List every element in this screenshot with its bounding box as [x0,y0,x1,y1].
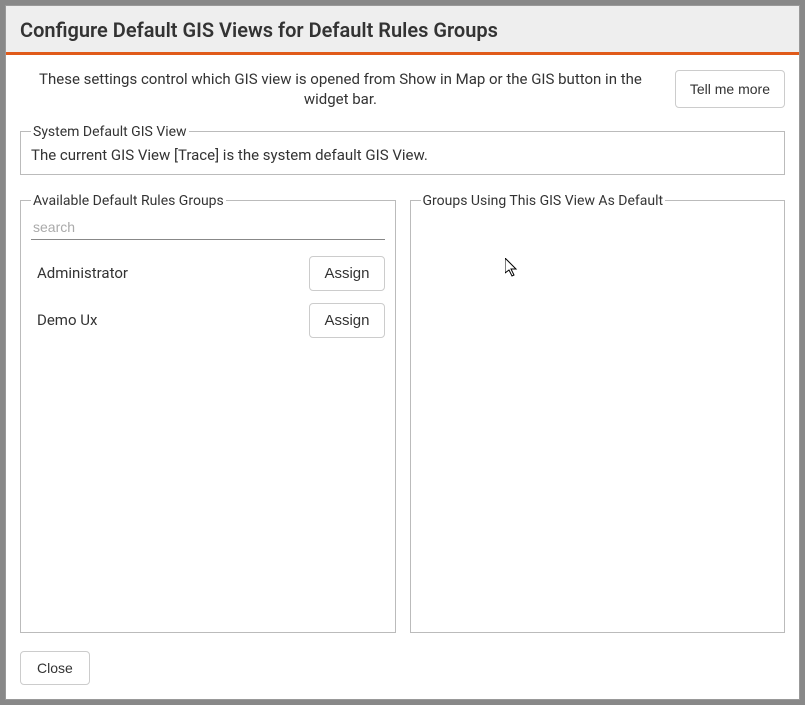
description-row: These settings control which GIS view is… [20,69,785,110]
assigned-groups-legend: Groups Using This GIS View As Default [421,193,666,209]
assign-button[interactable]: Assign [309,256,384,291]
dialog-title: Configure Default GIS Views for Default … [20,18,785,42]
group-row-demo-ux: Demo Ux Assign [31,297,385,344]
system-default-legend: System Default GIS View [31,124,189,140]
available-groups-legend: Available Default Rules Groups [31,193,226,209]
assigned-group-list [421,215,775,623]
group-row-administrator: Administrator Assign [31,250,385,297]
columns: Available Default Rules Groups Administr… [20,193,785,634]
dialog-body: These settings control which GIS view is… [6,55,799,699]
tell-me-more-button[interactable]: Tell me more [675,70,785,108]
search-input[interactable] [31,215,385,240]
system-default-text: The current GIS View [Trace] is the syst… [31,146,774,164]
assign-button[interactable]: Assign [309,303,384,338]
dialog-footer: Close [20,633,785,685]
dialog-header: Configure Default GIS Views for Default … [6,6,799,55]
available-groups-fieldset: Available Default Rules Groups Administr… [20,193,396,634]
assigned-groups-fieldset: Groups Using This GIS View As Default [410,193,786,634]
close-button[interactable]: Close [20,651,90,685]
dialog-description: These settings control which GIS view is… [20,69,661,110]
group-name: Demo Ux [37,311,97,329]
group-name: Administrator [37,264,128,282]
configure-gis-views-dialog: Configure Default GIS Views for Default … [5,5,800,700]
available-group-list: Administrator Assign Demo Ux Assign [31,250,385,623]
system-default-fieldset: System Default GIS View The current GIS … [20,124,785,175]
